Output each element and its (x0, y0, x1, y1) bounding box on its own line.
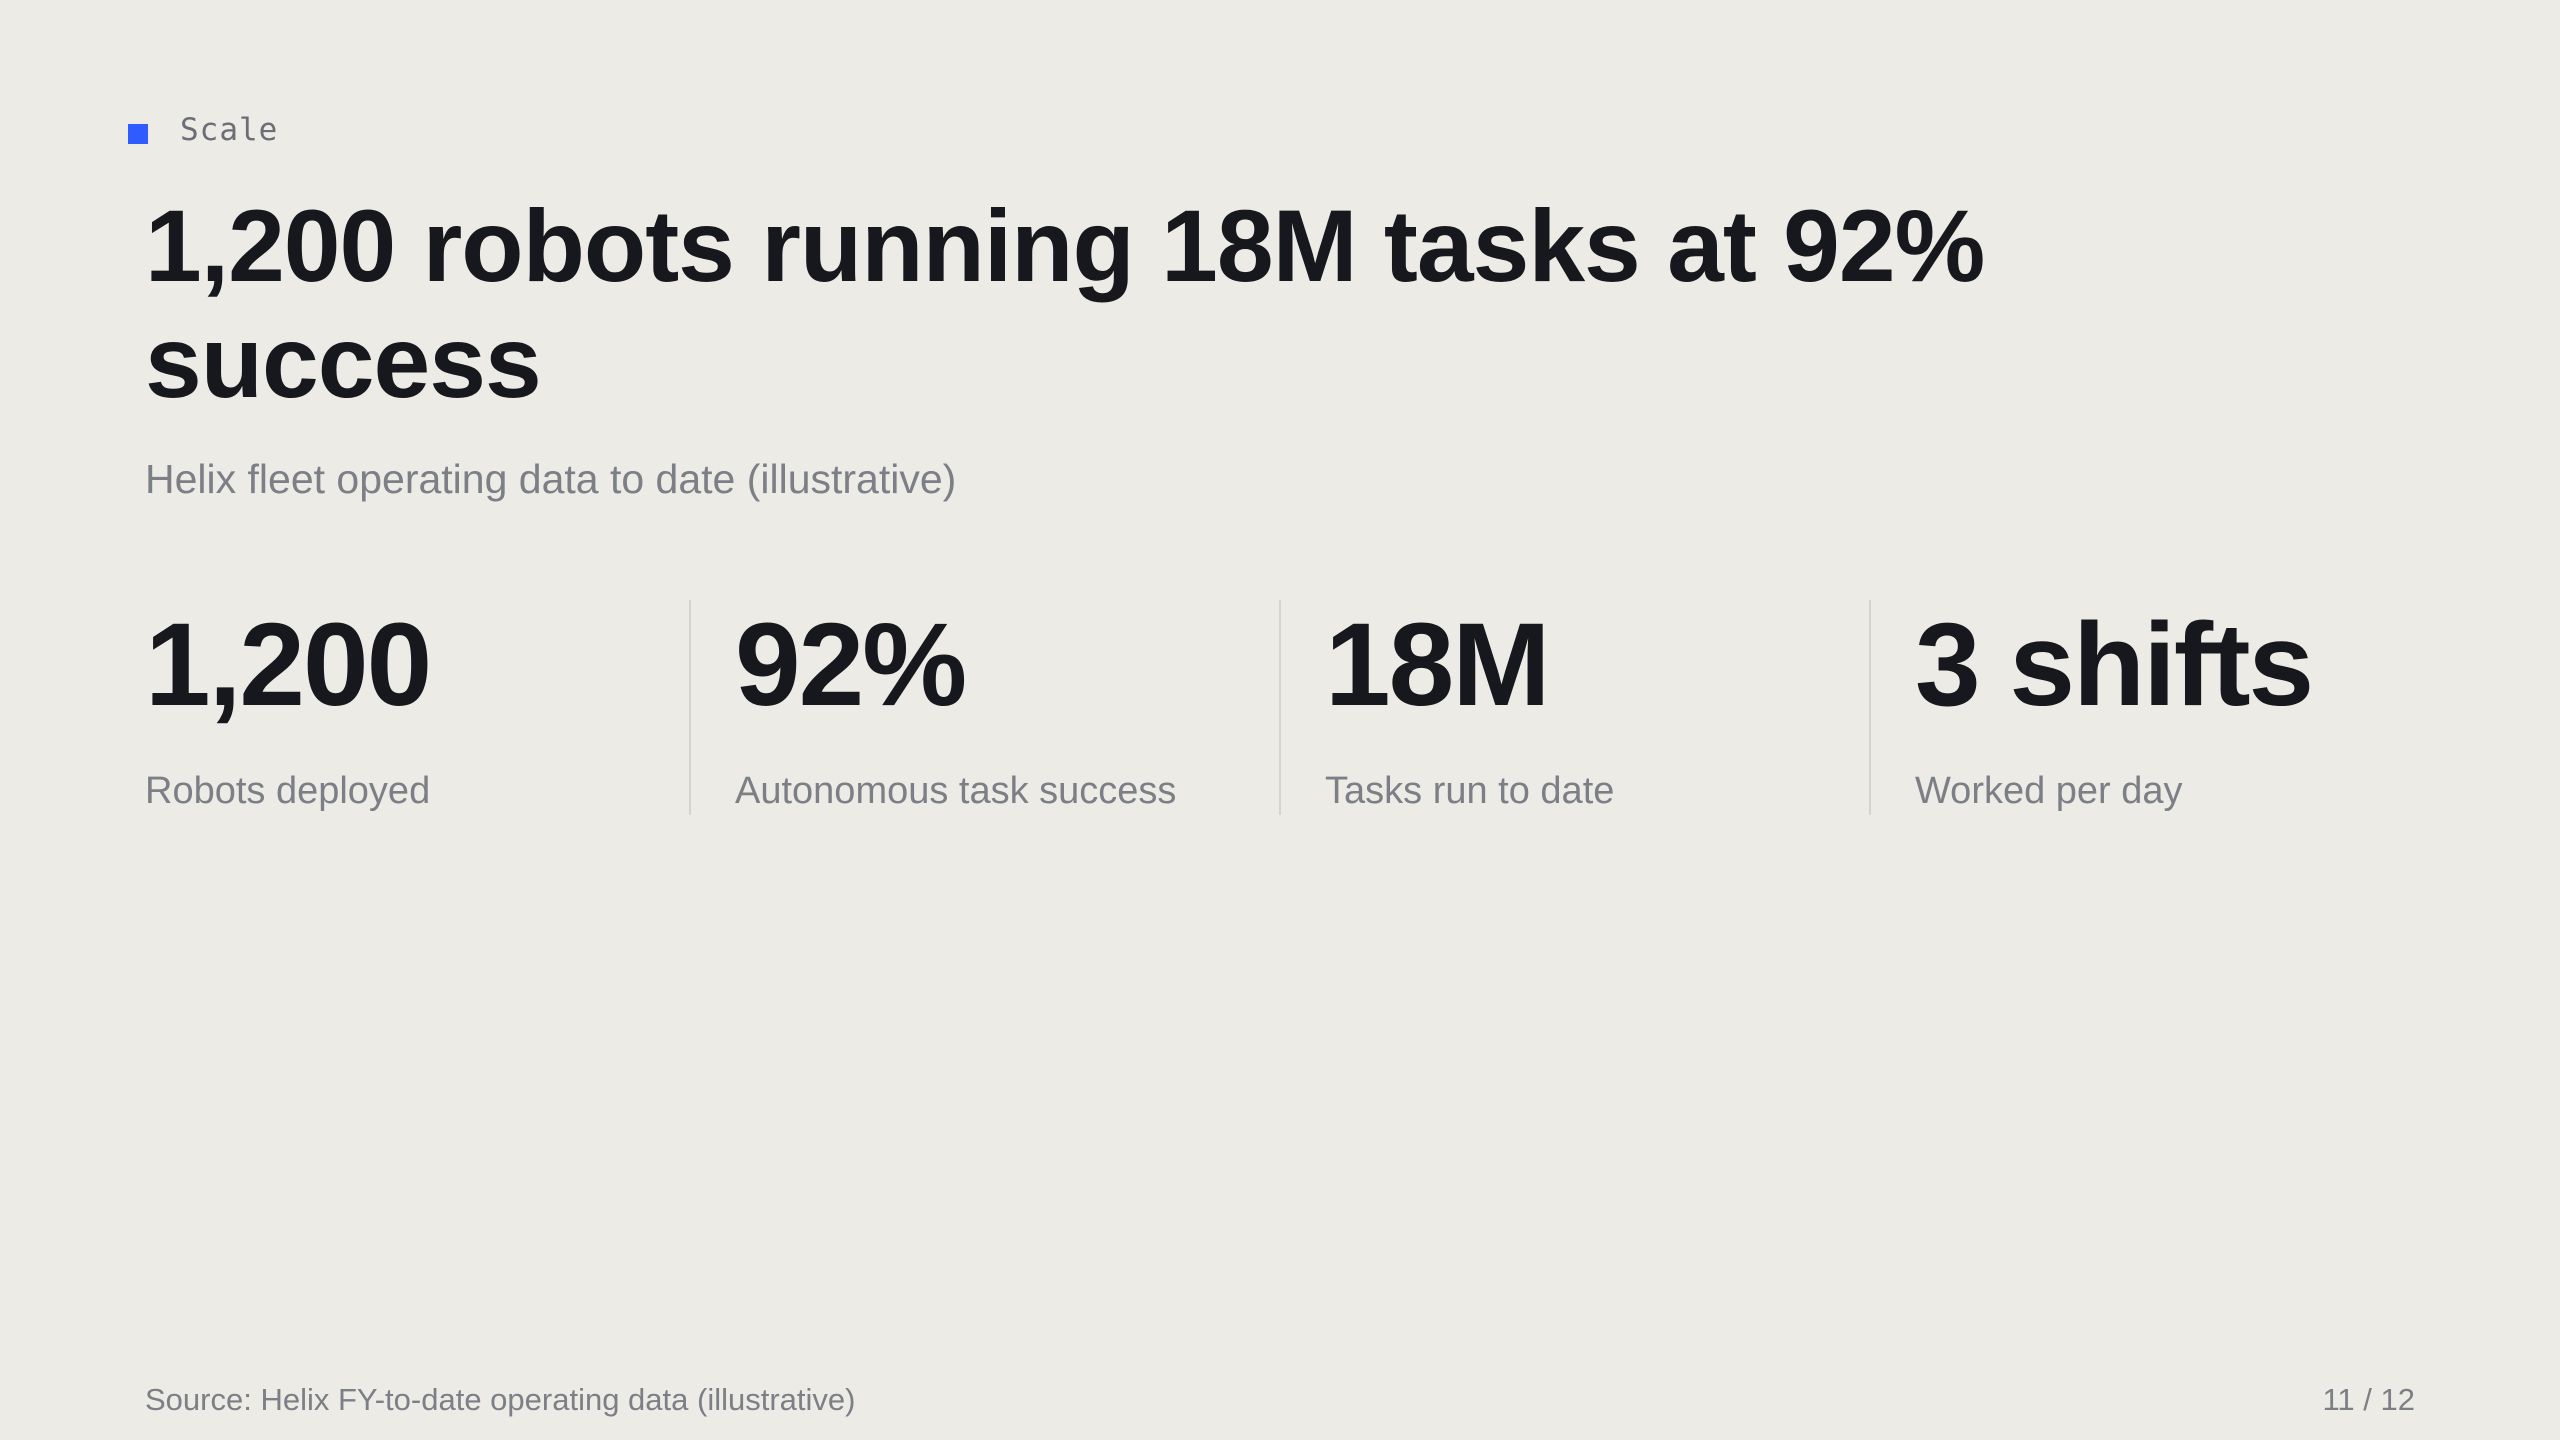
accent-square-icon (128, 124, 148, 144)
footer-source: Source: Helix FY-to-date operating data … (145, 1382, 856, 1417)
slide-title: 1,200 robots running 18M tasks at 92% su… (145, 189, 1985, 419)
stat-value: 3 shifts (1915, 599, 2314, 731)
kicker-label: Scale (180, 112, 279, 148)
stat-shifts: 3 shifts Worked per day (1869, 600, 2411, 815)
page-number: 11 / 12 (2322, 1382, 2415, 1417)
stat-value: 92% (735, 599, 967, 731)
stat-tasks-run: 18M Tasks run to date (1279, 600, 1869, 815)
stat-label: Autonomous task success (735, 770, 1177, 812)
stats-row: 1,200 Robots deployed 92% Autonomous tas… (145, 600, 2415, 815)
stat-task-success: 92% Autonomous task success (689, 600, 1279, 815)
slide-subtitle: Helix fleet operating data to date (illu… (145, 456, 957, 502)
stat-robots-deployed: 1,200 Robots deployed (145, 600, 689, 815)
stat-label: Worked per day (1915, 770, 2183, 812)
slide: Scale 1,200 robots running 18M tasks at … (0, 0, 2560, 1440)
section-kicker: Scale (128, 112, 278, 148)
stat-label: Robots deployed (145, 770, 431, 812)
stat-label: Tasks run to date (1325, 770, 1615, 812)
stat-value: 18M (1325, 599, 1551, 731)
stat-value: 1,200 (145, 599, 432, 731)
